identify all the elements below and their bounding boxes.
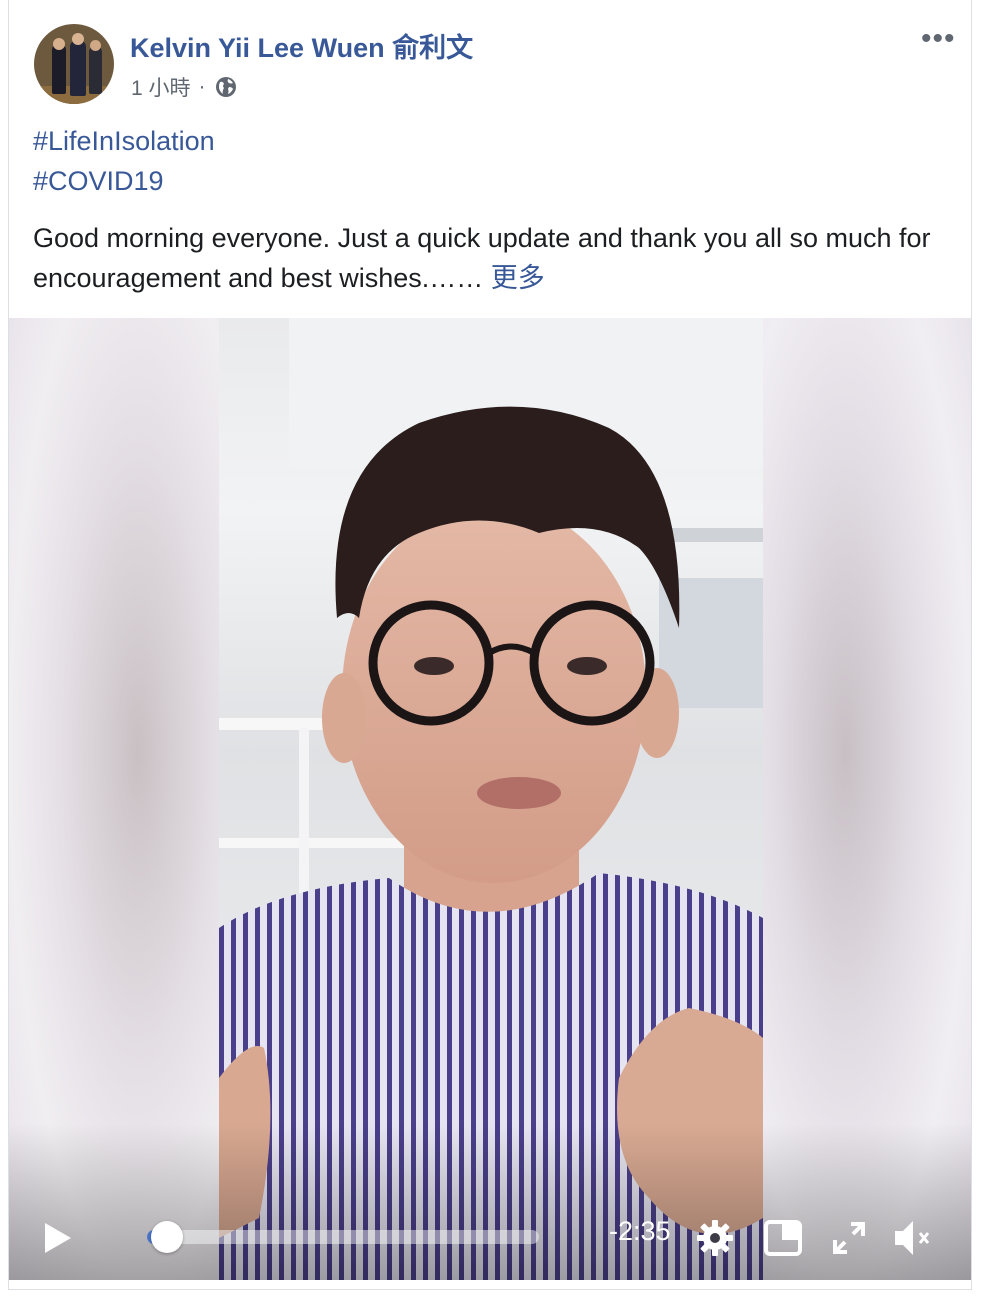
author-avatar[interactable] (34, 24, 114, 104)
hashtag-covid19[interactable]: #COVID19 (33, 166, 164, 197)
globe-icon (214, 75, 238, 99)
author-name[interactable]: Kelvin Yii Lee Wuen 俞利文 (130, 26, 473, 65)
more-options-button[interactable]: ••• (921, 24, 956, 54)
post-text: Good morning everyone. Just a quick upda… (33, 218, 953, 298)
hashtag-lifeinisolation[interactable]: #LifeInIsolation (33, 126, 215, 157)
volume-muted-icon[interactable] (891, 1216, 935, 1260)
see-more-link[interactable]: 更多 (491, 263, 545, 293)
post-card: Kelvin Yii Lee Wuen 俞利文 1 小時 · ••• #Life… (8, 0, 972, 1290)
play-icon[interactable] (45, 1223, 71, 1253)
seek-handle[interactable] (150, 1221, 183, 1253)
post-timestamp[interactable]: 1 小時 (131, 72, 191, 102)
settings-gear-icon[interactable] (693, 1216, 737, 1260)
fullscreen-icon[interactable] (827, 1216, 871, 1260)
video-player[interactable]: -2:35 (9, 318, 971, 1280)
seek-bar[interactable] (147, 1230, 539, 1244)
meta-separator: · (198, 75, 206, 98)
post-meta: 1 小時 · (131, 72, 238, 102)
post-ellipsis: …… (429, 263, 484, 293)
time-remaining: -2:35 (609, 1216, 671, 1246)
picture-in-picture-icon[interactable] (761, 1216, 805, 1260)
